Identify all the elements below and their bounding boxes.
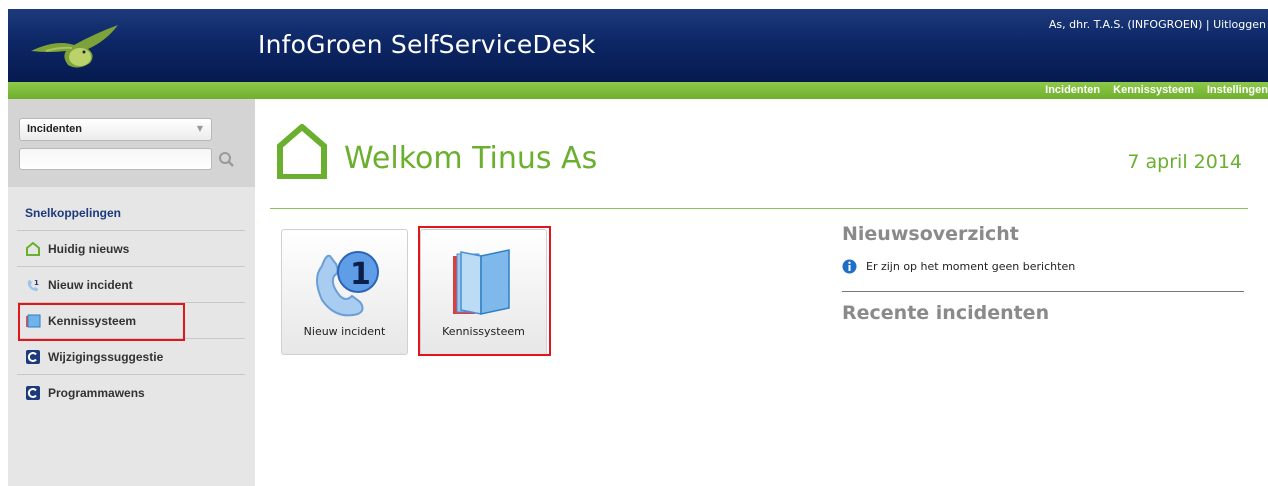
welcome-title: Welkom Tinus As bbox=[344, 141, 598, 176]
news-message: Er zijn op het moment geen berichten bbox=[842, 259, 1075, 274]
change-icon bbox=[25, 349, 41, 365]
house-icon bbox=[25, 241, 41, 257]
info-icon bbox=[842, 259, 857, 274]
app-title: InfoGroen SelfServiceDesk bbox=[258, 30, 596, 59]
user-separator: | bbox=[1205, 18, 1210, 31]
user-name: As, dhr. T.A.S. (INFOGROEN) bbox=[1048, 18, 1203, 31]
search-area: Incidenten ▼ bbox=[8, 99, 255, 187]
quicklink-label: Wijzigingssuggestie bbox=[48, 349, 164, 364]
highlight-sidebar-kennissysteem bbox=[18, 303, 185, 341]
nav-instellingen[interactable]: Instellingen bbox=[1207, 84, 1268, 96]
quicklink-wijzigingssuggestie[interactable]: Wijzigingssuggestie bbox=[17, 338, 245, 374]
svg-text:1: 1 bbox=[350, 257, 371, 292]
divider bbox=[842, 291, 1244, 292]
tile-nieuw-incident[interactable]: 1 Nieuw incident bbox=[281, 229, 408, 355]
highlight-tile-kennissysteem bbox=[418, 226, 551, 356]
logout-link[interactable]: Uitloggen bbox=[1213, 18, 1266, 31]
search-category-value: Incidenten bbox=[27, 123, 83, 135]
phone-icon: 1 bbox=[25, 277, 41, 293]
nav-incidenten[interactable]: Incidenten bbox=[1045, 84, 1100, 96]
quicklink-label: Programmawens bbox=[48, 385, 145, 400]
quicklinks-title: Snelkoppelingen bbox=[25, 206, 122, 220]
current-date: 7 april 2014 bbox=[1127, 151, 1242, 173]
main-nav: Incidenten Kennissysteem Instellingen bbox=[8, 82, 1268, 99]
search-icon[interactable] bbox=[217, 148, 237, 170]
quicklink-label: Nieuw incident bbox=[48, 277, 133, 292]
chevron-down-icon: ▼ bbox=[196, 124, 203, 133]
header-bar: InfoGroen SelfServiceDesk As, dhr. T.A.S… bbox=[8, 9, 1268, 82]
divider bbox=[270, 208, 1248, 209]
quicklink-huidig-nieuws[interactable]: Huidig nieuws bbox=[17, 230, 245, 266]
news-title: Nieuwsoverzicht bbox=[842, 223, 1019, 245]
tile-label: Nieuw incident bbox=[303, 325, 386, 338]
house-icon bbox=[277, 123, 327, 180]
news-message-text: Er zijn op het moment geen berichten bbox=[866, 260, 1076, 273]
quicklink-label: Huidig nieuws bbox=[48, 241, 130, 256]
search-category-select[interactable]: Incidenten ▼ bbox=[19, 118, 212, 141]
user-info: As, dhr. T.A.S. (INFOGROEN) | Uitloggen bbox=[1049, 18, 1266, 31]
change-icon bbox=[25, 385, 41, 401]
quicklink-nieuw-incident[interactable]: 1 Nieuw incident bbox=[17, 266, 245, 302]
bird-logo bbox=[26, 21, 126, 73]
quicklink-programmawens[interactable]: Programmawens bbox=[17, 374, 245, 410]
svg-text:1: 1 bbox=[34, 279, 39, 287]
search-input[interactable] bbox=[19, 148, 212, 170]
recent-incidents-title: Recente incidenten bbox=[842, 302, 1050, 324]
nav-kennissysteem[interactable]: Kennissysteem bbox=[1113, 84, 1194, 96]
phone-icon: 1 bbox=[316, 251, 379, 317]
sidebar: Incidenten ▼ Snelkoppelingen Huidig nieu… bbox=[8, 99, 255, 486]
